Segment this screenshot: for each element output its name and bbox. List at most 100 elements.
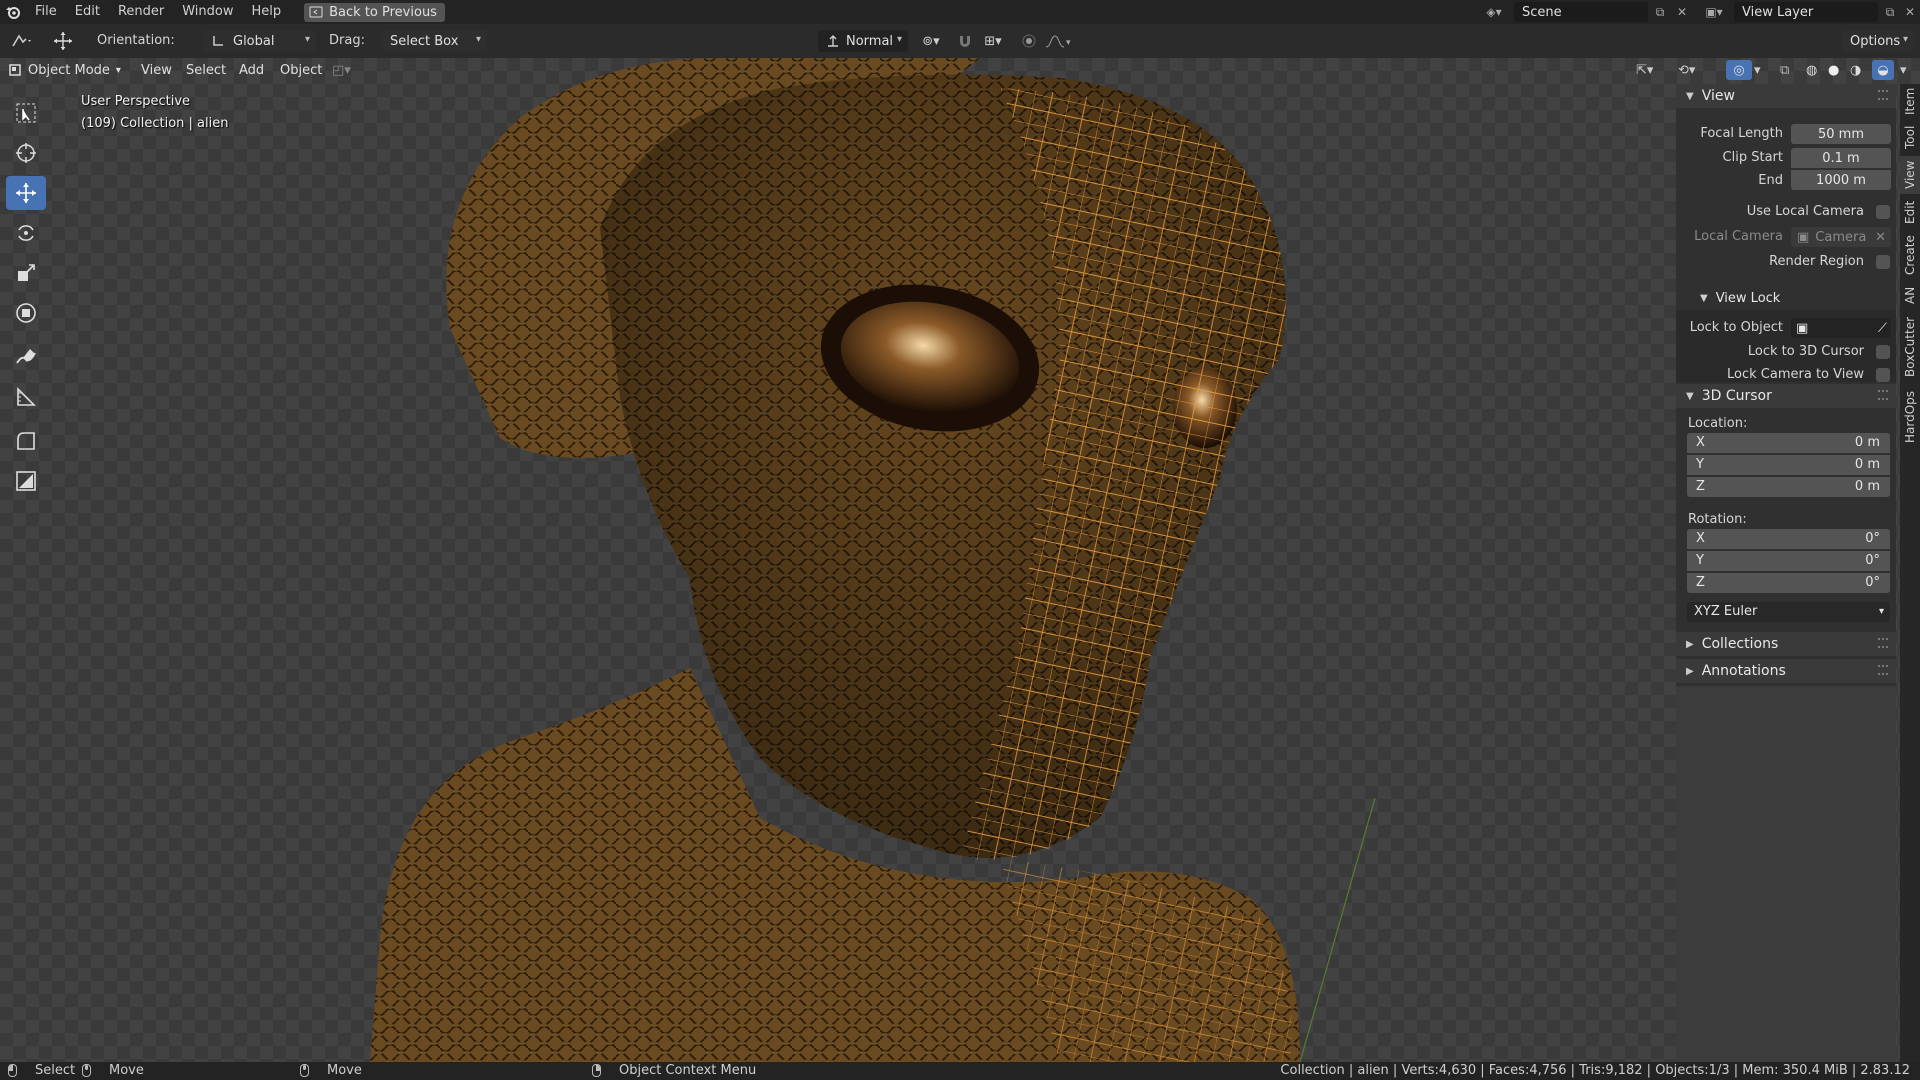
tab-view[interactable]: View xyxy=(1900,156,1920,194)
view-layer-selector-icon[interactable]: ▣▾ xyxy=(1704,2,1724,22)
drag-grip-icon[interactable] xyxy=(1878,90,1888,100)
viewport-menu-view[interactable]: View xyxy=(141,60,172,80)
status-move2-label: Move xyxy=(327,1063,362,1078)
cursor-tool[interactable] xyxy=(6,136,46,170)
viewport-menu-object[interactable]: Object xyxy=(280,60,322,80)
transform-orientation-dropdown[interactable]: Normal ▾ xyxy=(818,30,908,52)
falloff-curve-icon[interactable]: ▾ xyxy=(1042,31,1076,51)
tab-hardops[interactable]: HardOps xyxy=(1900,386,1920,448)
mouse-drag-icon xyxy=(82,1064,91,1077)
cursor-rotation-z[interactable]: Z 0° xyxy=(1687,573,1890,593)
tab-tool[interactable]: Tool xyxy=(1900,120,1920,154)
focal-length-field[interactable]: 50 mm xyxy=(1791,124,1891,144)
proportional-editing-icon[interactable] xyxy=(1018,31,1040,51)
3d-viewport[interactable]: Object Mode ▾ View Select Add Object ◰▾ … xyxy=(0,58,1920,1062)
annotations-panel-header[interactable]: ▶ Annotations xyxy=(1676,659,1896,683)
cursor-location-z[interactable]: Z 0 m xyxy=(1687,477,1890,497)
menu-render[interactable]: Render xyxy=(109,0,173,24)
annotate-tool[interactable] xyxy=(6,340,46,374)
pivot-point-icon[interactable]: ⊚▾ xyxy=(916,31,946,51)
rotate-tool[interactable] xyxy=(6,216,46,250)
viewport-menu-select[interactable]: Select xyxy=(186,60,226,80)
local-camera-field[interactable]: ▣ Camera ✕ xyxy=(1791,227,1891,247)
tab-boxcutter[interactable]: BoxCutter xyxy=(1900,310,1920,384)
clip-start-field[interactable]: 0.1 m xyxy=(1791,148,1891,168)
xray-toggle-icon[interactable]: ⧉ xyxy=(1780,60,1789,80)
menu-edit[interactable]: Edit xyxy=(66,0,109,24)
delete-view-layer-icon[interactable]: ✕ xyxy=(1900,2,1920,22)
move-tool-header-icon[interactable] xyxy=(52,31,74,51)
use-local-camera-checkbox[interactable] xyxy=(1876,205,1890,219)
snap-magnet-icon[interactable] xyxy=(954,31,976,51)
rotation-mode-dropdown[interactable]: XYZ Euler ▾ xyxy=(1687,602,1890,622)
measure-tool[interactable] xyxy=(6,380,46,414)
orientation-dropdown[interactable]: Global ▾ xyxy=(203,30,316,52)
focal-length-label: Focal Length xyxy=(1700,126,1783,141)
view-layer-field[interactable]: View Layer xyxy=(1734,2,1878,22)
axis-value: 0 m xyxy=(1854,479,1880,494)
material-shading-icon[interactable]: ◑ xyxy=(1850,60,1861,80)
scene-name: Scene xyxy=(1522,4,1562,20)
clip-end-field[interactable]: 1000 m xyxy=(1791,170,1891,190)
menu-help[interactable]: Help xyxy=(243,0,291,24)
shading-dropdown-icon[interactable]: ▾ xyxy=(1900,60,1907,80)
wireframe-shading-icon[interactable]: ◍ xyxy=(1806,60,1817,80)
chevron-down-icon: ▾ xyxy=(1902,34,1908,45)
menu-file[interactable]: File xyxy=(26,0,66,24)
gizmo-toggle-icon[interactable]: ⟲▾ xyxy=(1678,60,1695,80)
tab-create[interactable]: Create xyxy=(1900,230,1920,280)
visibility-selectable-icon[interactable]: ⇱▾ xyxy=(1636,60,1653,80)
overlays-dropdown-icon[interactable]: ▾ xyxy=(1754,60,1761,80)
options-label: Options xyxy=(1850,33,1901,49)
cursor-rotation-y[interactable]: Y 0° xyxy=(1687,551,1890,571)
object-mode-dropdown[interactable]: Object Mode ▾ xyxy=(8,60,121,80)
cursor-panel-header[interactable]: ▼ 3D Cursor xyxy=(1676,384,1896,408)
lock-to-cursor-checkbox[interactable] xyxy=(1876,345,1890,359)
back-to-previous-button[interactable]: Back to Previous xyxy=(304,2,445,22)
rendered-shading-icon[interactable]: ◒ xyxy=(1872,60,1894,80)
eyedropper-icon[interactable]: ⟋ xyxy=(1878,321,1887,336)
scene-name-field[interactable]: Scene xyxy=(1514,2,1648,22)
chevron-down-icon: ▾ xyxy=(115,64,121,76)
transform-orientation-value: Normal xyxy=(846,33,894,49)
drag-grip-icon[interactable] xyxy=(1878,638,1888,648)
transform-tool[interactable] xyxy=(6,296,46,330)
add-cube-tool[interactable] xyxy=(6,424,46,458)
tab-item[interactable]: Item xyxy=(1900,84,1920,118)
drag-dropdown[interactable]: Select Box ▾ xyxy=(382,30,487,52)
solid-shading-icon[interactable]: ● xyxy=(1828,60,1839,80)
delete-scene-icon[interactable]: ✕ xyxy=(1672,2,1692,22)
snap-target-icon[interactable]: ⊞▾ xyxy=(976,31,1010,51)
view-panel-header[interactable]: ▼ View xyxy=(1676,84,1896,108)
clear-field-icon[interactable]: ✕ xyxy=(1875,230,1886,245)
drag-grip-icon[interactable] xyxy=(1878,390,1888,400)
add-plane-tool[interactable] xyxy=(6,464,46,498)
new-view-layer-icon[interactable]: ⧉ xyxy=(1880,2,1900,22)
view-lock-subpanel-header[interactable]: ▼ View Lock xyxy=(1676,286,1896,310)
tab-an[interactable]: AN xyxy=(1900,282,1920,308)
options-dropdown[interactable]: Options ▾ xyxy=(1842,30,1914,52)
new-scene-icon[interactable]: ⧉ xyxy=(1650,2,1670,22)
status-move-label: Move xyxy=(109,1063,144,1078)
scene-selector-icon[interactable]: ◈▾ xyxy=(1484,2,1504,22)
render-region-checkbox[interactable] xyxy=(1876,255,1890,269)
editor-type-icon[interactable] xyxy=(8,31,36,51)
menu-window[interactable]: Window xyxy=(173,0,242,24)
drag-grip-icon[interactable] xyxy=(1878,665,1888,675)
scale-tool[interactable] xyxy=(6,256,46,290)
transform-affect-icon[interactable]: ◰▾ xyxy=(332,60,351,80)
expand-triangle-icon: ▼ xyxy=(1686,90,1694,102)
lock-to-object-field[interactable]: ▣ ⟋ xyxy=(1791,318,1891,338)
tab-edit[interactable]: Edit xyxy=(1900,196,1920,228)
move-tool[interactable] xyxy=(6,176,46,210)
tool-settings-header: Orientation: Global ▾ Drag: Select Box ▾… xyxy=(0,24,1920,58)
cursor-location-x[interactable]: X 0 m xyxy=(1687,433,1890,453)
blender-logo-icon[interactable] xyxy=(0,0,26,24)
lock-camera-checkbox[interactable] xyxy=(1876,368,1890,382)
cursor-location-y[interactable]: Y 0 m xyxy=(1687,455,1890,475)
select-box-tool[interactable] xyxy=(6,96,46,130)
collections-panel-header[interactable]: ▶ Collections xyxy=(1676,632,1896,656)
overlays-toggle-icon[interactable]: ◎ xyxy=(1726,60,1752,80)
cursor-rotation-x[interactable]: X 0° xyxy=(1687,529,1890,549)
viewport-menu-add[interactable]: Add xyxy=(239,60,264,80)
